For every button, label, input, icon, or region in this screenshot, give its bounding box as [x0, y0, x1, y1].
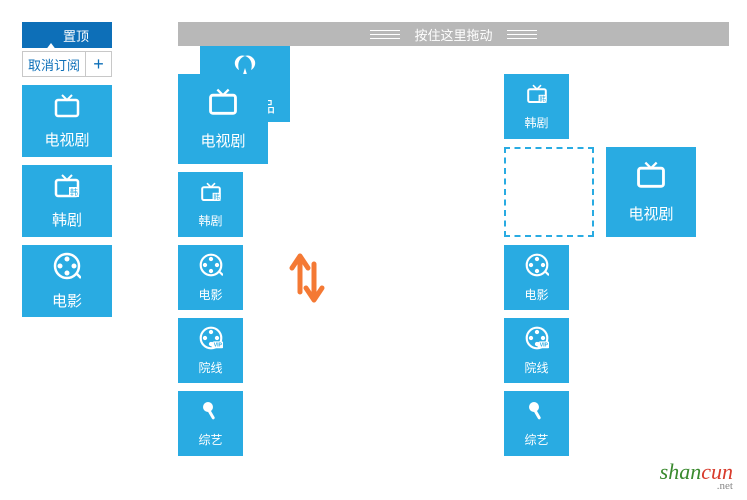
tile-movie[interactable]: 电影: [178, 245, 243, 310]
pin-button[interactable]: 置顶: [22, 22, 112, 48]
tile-label: 电视剧: [628, 203, 673, 224]
pin-label: 置顶: [63, 26, 89, 45]
watermark: shancun .net: [660, 461, 733, 492]
tile-label: 电影: [198, 286, 222, 303]
tile-label: 综艺: [524, 431, 548, 448]
tile-tv-large[interactable]: 电视剧: [178, 74, 268, 164]
swap-arrows-icon: [286, 252, 326, 309]
sidebar-item-label: 韩剧: [52, 209, 82, 230]
right-column: 韩 韩剧 电视剧 电影 VIP 院线 综艺: [504, 74, 696, 456]
sidebar-item-label: 电视剧: [44, 129, 89, 150]
mic-icon: [200, 400, 222, 427]
tile-label: 电影: [524, 286, 548, 303]
tile-korean[interactable]: 韩 韩剧: [504, 74, 569, 139]
svg-text:VIP: VIP: [539, 342, 548, 348]
drop-placeholder[interactable]: [504, 147, 594, 237]
tile-label: 院线: [198, 359, 222, 376]
film-reel-icon: [525, 253, 549, 282]
tile-korean[interactable]: 韩 韩剧: [178, 172, 243, 237]
add-button[interactable]: +: [86, 51, 112, 77]
tile-label: 院线: [524, 359, 548, 376]
sidebar-item-tv[interactable]: 电视剧: [22, 85, 112, 157]
tile-label: 韩剧: [524, 114, 548, 131]
tile-label: 电视剧: [200, 130, 245, 151]
tile-variety[interactable]: 综艺: [504, 391, 569, 456]
korean-tv-icon: 韩: [52, 173, 82, 204]
sidebar-item-label: 电影: [52, 290, 82, 311]
tv-icon: [206, 87, 240, 122]
sidebar: 原创出品 置顶 取消订阅 + 电视剧 韩 韩剧 电影: [22, 22, 112, 325]
tile-label: 韩剧: [198, 212, 222, 229]
unsubscribe-row: 取消订阅 +: [22, 51, 112, 77]
vip-reel-icon: VIP: [525, 326, 549, 355]
tv-icon: [52, 93, 82, 124]
tile-cinema[interactable]: VIP 院线: [178, 318, 243, 383]
sidebar-item-movie[interactable]: 电影: [22, 245, 112, 317]
vip-reel-icon: VIP: [199, 326, 223, 355]
drag-lines-icon: [507, 30, 537, 39]
drag-lines-icon: [370, 30, 400, 39]
main-area: 按住这里拖动 电视剧 韩 韩剧 电影 VIP 院线 综艺: [178, 22, 729, 456]
korean-tv-icon: 韩: [525, 83, 549, 110]
tile-movie[interactable]: 电影: [504, 245, 569, 310]
pin-arrow-icon: [45, 28, 57, 43]
svg-text:韩: 韩: [539, 94, 546, 103]
tv-icon: [634, 160, 668, 195]
watermark-part1: shan: [660, 459, 702, 484]
korean-tv-icon: 韩: [199, 181, 223, 208]
mic-icon: [526, 400, 548, 427]
tile-cinema[interactable]: VIP 院线: [504, 318, 569, 383]
drag-handle-bar[interactable]: 按住这里拖动: [178, 22, 729, 46]
film-reel-icon: [53, 252, 81, 285]
unsubscribe-button[interactable]: 取消订阅: [22, 51, 86, 77]
svg-text:VIP: VIP: [213, 342, 222, 348]
svg-text:韩: 韩: [213, 192, 220, 201]
tile-variety[interactable]: 综艺: [178, 391, 243, 456]
sidebar-item-korean[interactable]: 韩 韩剧: [22, 165, 112, 237]
svg-text:韩: 韩: [70, 187, 78, 197]
film-reel-icon: [199, 253, 223, 282]
left-column: 电视剧 韩 韩剧 电影 VIP 院线 综艺: [178, 74, 268, 456]
tile-tv-large[interactable]: 电视剧: [606, 147, 696, 237]
tile-label: 综艺: [198, 431, 222, 448]
drag-bar-label: 按住这里拖动: [414, 25, 492, 44]
